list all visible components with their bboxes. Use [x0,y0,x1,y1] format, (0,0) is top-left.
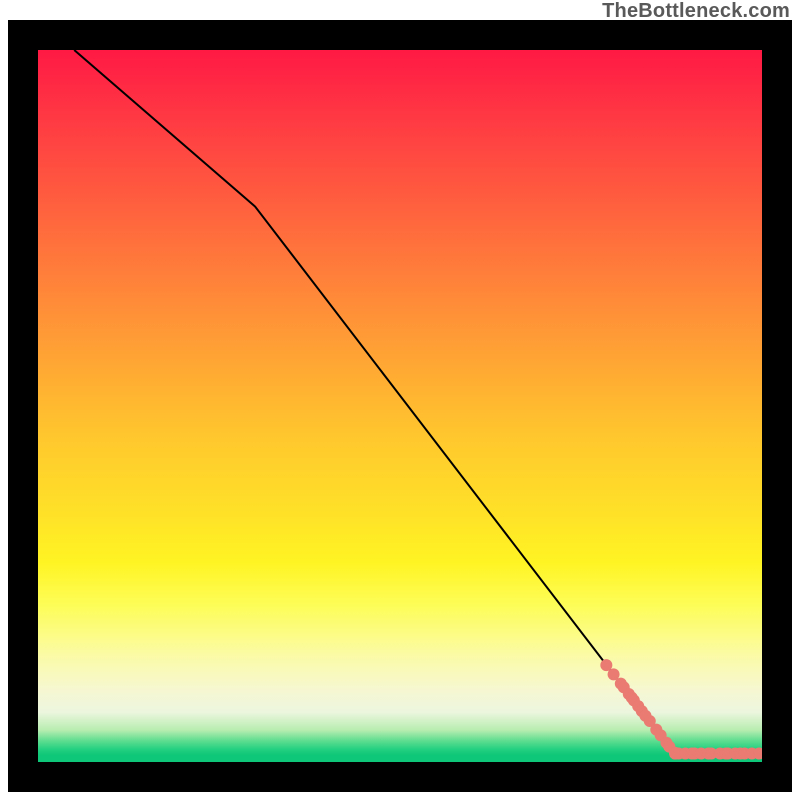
chart-stage: TheBottleneck.com [0,0,800,800]
chart-plot-area [38,50,762,762]
